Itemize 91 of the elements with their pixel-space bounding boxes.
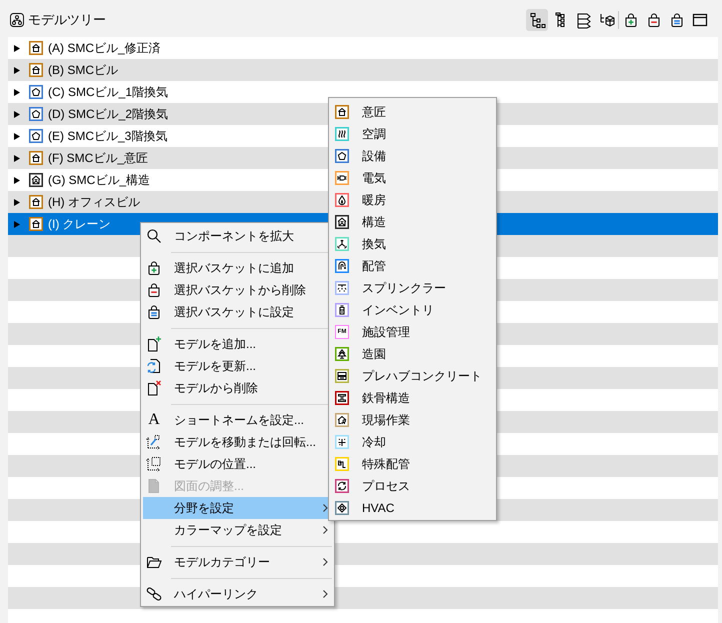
menu-item[interactable]: モデルの位置... bbox=[143, 453, 332, 475]
tree-view-icon bbox=[528, 12, 546, 28]
dotted-arrow-icon bbox=[146, 434, 162, 450]
layers-icon bbox=[574, 12, 592, 28]
chevron-right-icon bbox=[323, 558, 328, 566]
submenu-item[interactable]: HVAC bbox=[331, 497, 494, 519]
tree-label: (F) SMCビル_意匠 bbox=[48, 150, 148, 167]
submenu-item[interactable]: 電気 bbox=[331, 167, 494, 189]
pentagon-icon bbox=[29, 85, 43, 99]
menu-item[interactable]: モデルを更新... bbox=[143, 355, 332, 377]
submenu-item[interactable]: プロセス bbox=[331, 475, 494, 497]
expand-right-icon[interactable] bbox=[14, 198, 20, 206]
menu-item[interactable]: A ショートネームを設定... bbox=[143, 409, 332, 431]
tree-label: (A) SMCビル_修正済 bbox=[48, 40, 161, 57]
tree-row[interactable]: (E) SMCビル_3階換気 bbox=[8, 125, 172, 147]
chevron-right-icon bbox=[323, 526, 328, 534]
tree-label: (E) SMCビル_3階換気 bbox=[48, 128, 168, 145]
pentagon-icon bbox=[29, 107, 43, 121]
tree-label: (I) クレーン bbox=[48, 216, 111, 233]
submenu-item[interactable]: 鉄骨構造 bbox=[331, 387, 494, 409]
submenu-item[interactable]: 設備 bbox=[331, 145, 494, 167]
network-icon bbox=[598, 12, 614, 28]
menu-item[interactable]: ハイパーリンク bbox=[143, 583, 332, 605]
expand-right-icon[interactable] bbox=[14, 176, 20, 184]
expand-right-icon[interactable] bbox=[14, 110, 20, 118]
tree-label: (C) SMCビル_1階換気 bbox=[48, 84, 168, 101]
house-frame-icon bbox=[29, 173, 43, 187]
submenu-item[interactable]: 特殊配管 bbox=[331, 453, 494, 475]
menu-item[interactable]: カラーマップを設定 bbox=[143, 519, 332, 541]
window-icon bbox=[692, 12, 708, 28]
submenu-item[interactable]: 冷却 bbox=[331, 431, 494, 453]
bag-equals-icon bbox=[669, 12, 685, 28]
chevron-right-icon bbox=[323, 504, 328, 512]
bag-minus-icon bbox=[146, 282, 162, 298]
bag-equals-icon bbox=[146, 304, 162, 320]
submenu-item[interactable]: 造園 bbox=[331, 343, 494, 365]
menu-item[interactable]: 選択バスケットから削除 bbox=[143, 279, 332, 301]
house-icon bbox=[29, 151, 43, 165]
dotted-frame-icon bbox=[146, 456, 162, 472]
menu-item[interactable]: 選択バスケットに追加 bbox=[143, 257, 332, 279]
toolbar-button[interactable] bbox=[526, 9, 548, 31]
submenu-item[interactable]: インベントリ bbox=[331, 299, 494, 321]
submenu-item[interactable]: 現場作業 bbox=[331, 409, 494, 431]
pentagon-icon bbox=[29, 129, 43, 143]
font-icon: A bbox=[148, 412, 160, 428]
tree-label: (D) SMCビル_2階換気 bbox=[48, 106, 168, 123]
expand-right-icon[interactable] bbox=[14, 132, 20, 140]
document-plus-icon bbox=[146, 336, 162, 352]
tree-row[interactable]: (G) SMCビル_構造 bbox=[8, 169, 154, 191]
tree-row[interactable]: (F) SMCビル_意匠 bbox=[8, 147, 152, 169]
document-refresh-icon bbox=[146, 358, 162, 374]
tree-label: (G) SMCビル_構造 bbox=[48, 172, 150, 189]
submenu-item[interactable]: プレハブコンクリート bbox=[331, 365, 494, 387]
house-icon bbox=[29, 195, 43, 209]
tree-row[interactable]: (A) SMCビル_修正済 bbox=[8, 37, 165, 59]
folder-icon bbox=[146, 554, 162, 570]
tree-row[interactable]: (D) SMCビル_2階換気 bbox=[8, 103, 172, 125]
document-icon bbox=[146, 478, 162, 494]
house-icon bbox=[29, 63, 43, 77]
submenu-item[interactable]: 配管 bbox=[331, 255, 494, 277]
chevron-right-icon bbox=[323, 590, 328, 598]
house-icon bbox=[29, 41, 43, 55]
submenu-item[interactable]: 空調 bbox=[331, 123, 494, 145]
model-tree-icon bbox=[10, 13, 24, 27]
menu-item[interactable]: モデルから削除 bbox=[143, 377, 332, 399]
submenu-item[interactable]: スプリンクラー bbox=[331, 277, 494, 299]
expand-right-icon[interactable] bbox=[14, 88, 20, 96]
link-icon bbox=[146, 586, 162, 602]
bag-plus-icon bbox=[623, 12, 639, 28]
expand-right-icon[interactable] bbox=[14, 154, 20, 162]
tree-row[interactable]: (H) オフィスビル bbox=[8, 191, 144, 213]
submenu-item[interactable]: 意匠 bbox=[331, 101, 494, 123]
submenu-item[interactable]: 暖房 bbox=[331, 189, 494, 211]
tree-label: (B) SMCビル bbox=[48, 62, 118, 79]
submenu-item[interactable]: 換気 bbox=[331, 233, 494, 255]
menu-item[interactable]: モデルカテゴリー bbox=[143, 551, 332, 573]
tree-label: (H) オフィスビル bbox=[48, 194, 140, 211]
expand-right-icon[interactable] bbox=[14, 66, 20, 74]
menu-item[interactable]: モデルを追加... bbox=[143, 333, 332, 355]
document-x-icon bbox=[146, 380, 162, 396]
bag-plus-icon bbox=[146, 260, 162, 276]
menu-item[interactable]: モデルを移動または回転... bbox=[143, 431, 332, 453]
tree-row[interactable]: (B) SMCビル bbox=[8, 59, 122, 81]
search-icon bbox=[146, 228, 162, 244]
submenu-item[interactable]: 構造 bbox=[331, 211, 494, 233]
bag-minus-icon bbox=[646, 12, 662, 28]
panel-title: モデルツリー bbox=[28, 11, 106, 30]
tree-row[interactable]: (C) SMCビル_1階換気 bbox=[8, 81, 172, 103]
expand-right-icon[interactable] bbox=[14, 44, 20, 52]
house-icon bbox=[29, 217, 43, 231]
menu-item[interactable]: 選択バスケットに設定 bbox=[143, 301, 332, 323]
